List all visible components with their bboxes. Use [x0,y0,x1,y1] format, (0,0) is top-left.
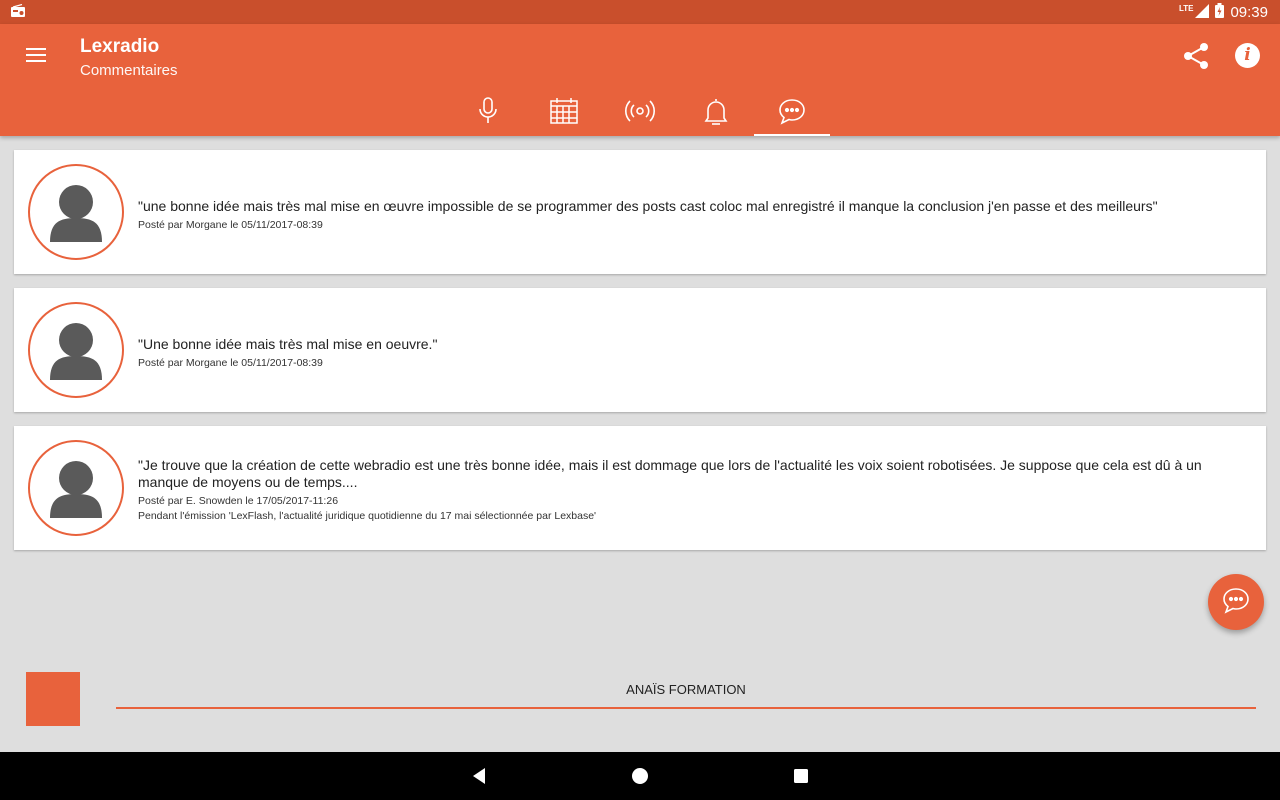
page-subtitle: Commentaires [80,62,178,79]
status-bar: LTE 09:39 [0,0,1280,24]
bell-icon [703,96,729,131]
network-type: LTE [1178,4,1194,13]
tab-bar [450,90,830,136]
comment-text: "Je trouve que la création de cette webr… [138,457,1202,490]
avatar [28,440,124,536]
recents-icon[interactable] [793,768,809,789]
tab-live[interactable] [602,90,678,136]
chat-icon [1221,585,1251,620]
comment-text: "une bonne idée mais très mal mise en œu… [138,198,1158,214]
comment-card[interactable]: "Je trouve que la création de cette webr… [14,426,1266,550]
hamburger-menu-icon[interactable] [22,44,50,68]
tab-calendar[interactable] [526,90,602,136]
calendar-icon [549,96,579,131]
comment-emission: Pendant l'émission 'LexFlash, l'actualit… [138,510,597,522]
radio-icon [10,3,26,23]
tab-comments[interactable] [754,90,830,136]
comment-card[interactable]: "une bonne idée mais très mal mise en œu… [14,150,1266,274]
tab-microphone[interactable] [450,90,526,136]
app-bar: Lexradio Commentaires i [0,24,1280,136]
avatar [28,302,124,398]
comment-author: Posté par Morgane le 05/11/2017-08:39 [138,219,323,231]
clock: 09:39 [1230,4,1268,21]
tab-notifications[interactable] [678,90,754,136]
comment-text: "Une bonne idée mais très mal mise en oe… [138,336,438,352]
player-artwork[interactable] [26,672,80,726]
microphone-icon [477,96,499,131]
player-progress-line [116,707,1256,709]
avatar [28,164,124,260]
broadcast-icon [624,96,656,131]
info-icon[interactable]: i [1235,43,1260,68]
home-icon[interactable] [631,767,649,790]
back-icon[interactable] [470,766,488,791]
signal-icon [1195,3,1210,22]
comment-author: Posté par Morgane le 05/11/2017-08:39 [138,357,323,369]
navigation-bar [0,752,1280,800]
player-title[interactable]: ANAÏS FORMATION [116,682,1256,697]
app-title: Lexradio [80,36,160,57]
add-comment-button[interactable] [1208,574,1264,630]
chat-icon [777,96,807,131]
battery-charging-icon [1215,3,1225,22]
comment-author: Posté par E. Snowden le 17/05/2017-11:26 [138,495,339,507]
share-icon[interactable] [1182,41,1210,71]
comment-card[interactable]: "Une bonne idée mais très mal mise en oe… [14,288,1266,412]
